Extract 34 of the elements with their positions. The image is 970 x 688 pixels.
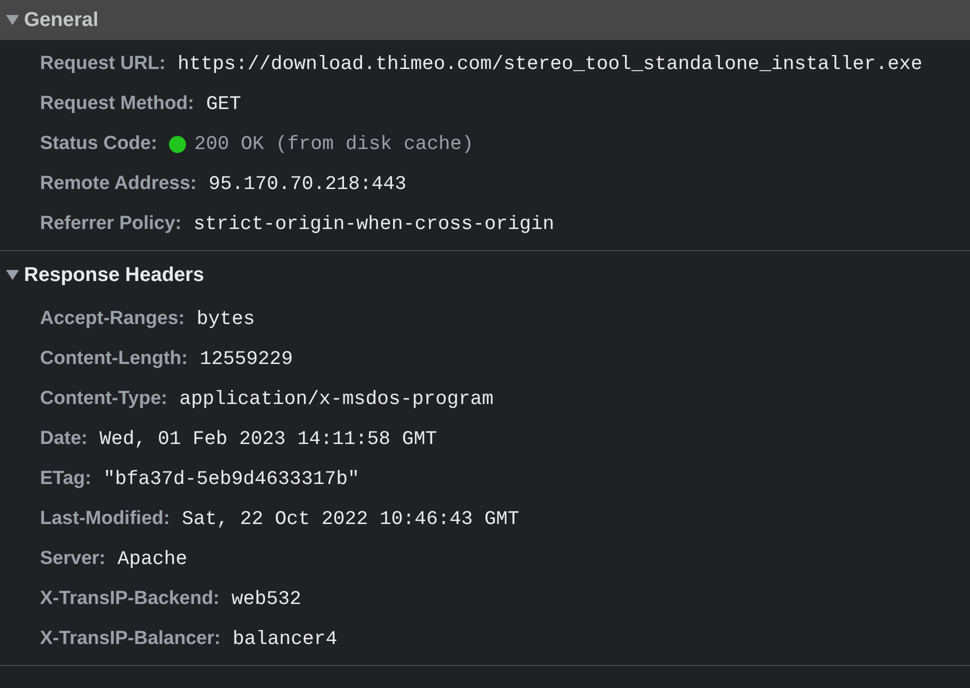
section-header[interactable]: General [0, 0, 970, 40]
section-header[interactable]: Response Headers [0, 255, 970, 295]
header-value: bytes [196, 308, 255, 330]
header-value: Apache [118, 548, 188, 570]
header-value: application/x-msdos-program [179, 388, 494, 410]
header-name: Content-Type: [40, 388, 168, 410]
header-name: Status Code: [40, 133, 158, 155]
header-value: balancer4 [232, 628, 338, 650]
header-value: 200 OK (from disk cache) [194, 133, 474, 155]
header-value: GET [206, 93, 242, 115]
header-name: ETag: [40, 468, 92, 490]
header-value: 12559229 [200, 348, 293, 370]
header-value: strict-origin-when-cross-origin [194, 213, 554, 235]
triangle-icon [6, 15, 19, 25]
header-value: Sat, 22 Oct 2022 10:46:43 GMT [182, 508, 520, 530]
header-value: 95.170.70.218:443 [208, 173, 406, 195]
header-name: Remote Address: [40, 173, 197, 195]
header-name: Last-Modified: [40, 508, 170, 530]
section-title: General [24, 8, 98, 32]
header-name: X-TransIP-Balancer: [40, 628, 221, 650]
header-name: Date: [40, 428, 88, 450]
header-value: "bfa37d-5eb9d4633317b" [103, 468, 360, 490]
header-value: web532 [232, 588, 302, 610]
triangle-icon [6, 270, 19, 280]
header-name: Server: [40, 548, 106, 570]
header-name: Referrer Policy: [40, 213, 182, 235]
header-name: Request URL: [40, 53, 166, 75]
header-name: Request Method: [40, 93, 194, 115]
header-name: Content-Length: [40, 348, 188, 370]
header-value: https://download.thimeo.com/stereo_tool_standalone_installer.exe [178, 53, 922, 75]
header-name: Accept-Ranges: [40, 308, 185, 330]
header-name: X-TransIP-Backend: [40, 588, 220, 610]
header-value: Wed, 01 Feb 2023 14:11:58 GMT [100, 428, 437, 450]
section-title: Response Headers [24, 264, 204, 286]
